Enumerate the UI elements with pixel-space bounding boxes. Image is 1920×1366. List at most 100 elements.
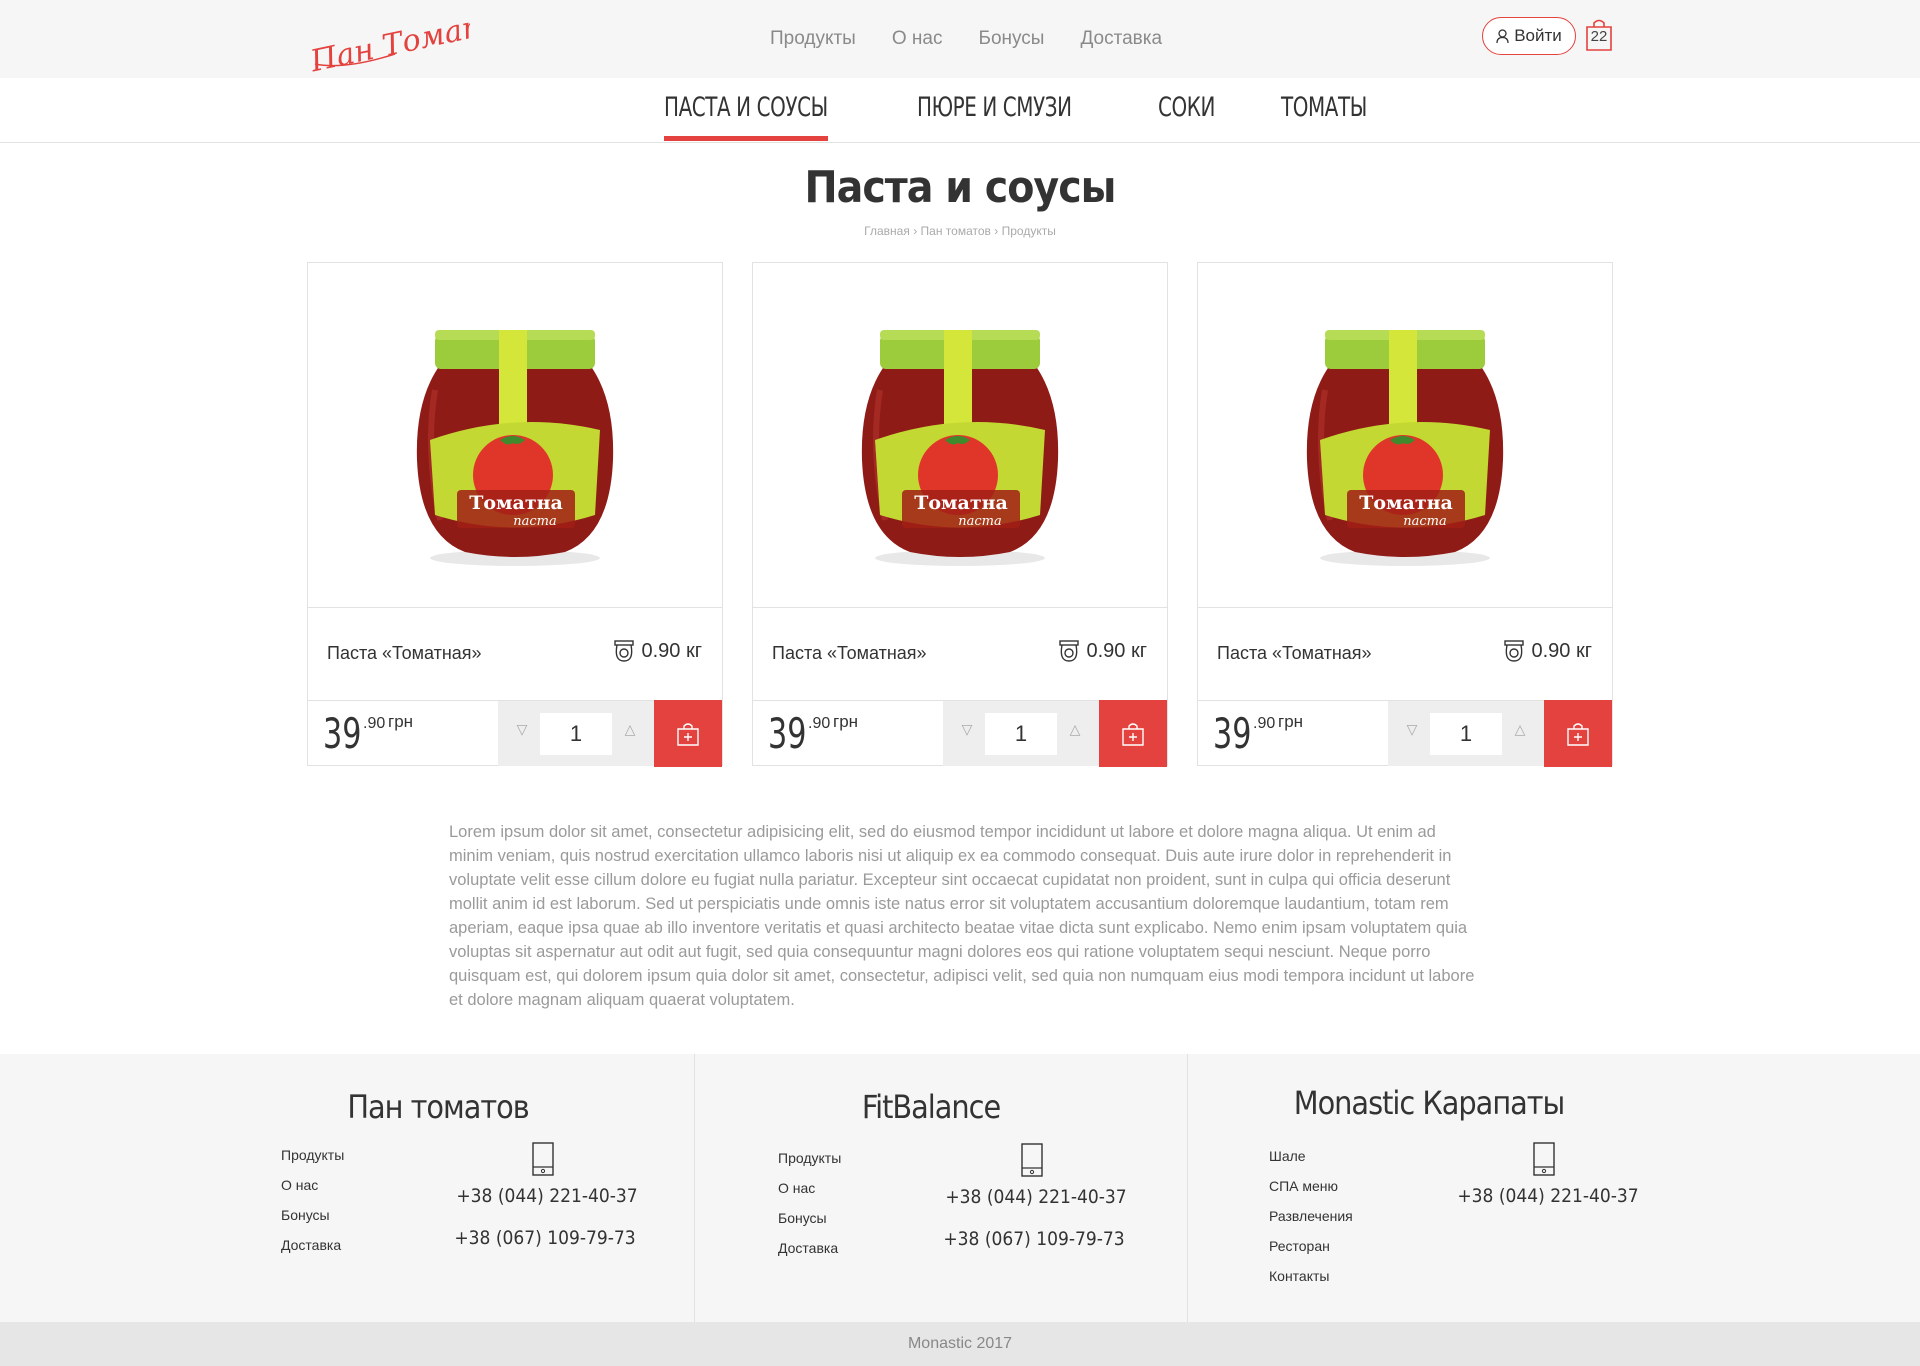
breadcrumb-home[interactable]: Главная <box>864 224 910 238</box>
nav-about[interactable]: О нас <box>892 28 943 50</box>
jar-label-line2: паста <box>1403 514 1446 529</box>
footer-link[interactable]: Шале <box>1269 1148 1353 1178</box>
main-nav: Продукты О нас Бонусы Доставка <box>770 28 1162 50</box>
product-weight-value: 0.90 кг <box>1086 639 1147 662</box>
breadcrumb-products[interactable]: Продукты <box>1002 224 1056 238</box>
product-name[interactable]: Паста «Томатная» <box>1217 643 1372 664</box>
jar-label-line2: паста <box>513 514 556 529</box>
product-weight-value: 0.90 кг <box>641 639 702 662</box>
quantity-stepper: ▽ △ <box>943 701 1099 766</box>
quantity-input[interactable] <box>985 713 1057 755</box>
product-weight: 0.90 кг <box>1058 639 1147 663</box>
price-cents: .90 <box>1253 715 1276 732</box>
tomato-paste-jar-image: Томатна паста <box>861 330 1059 566</box>
brand-logo[interactable]: Пан Томатов <box>305 4 470 74</box>
footer-title: Пан томатов <box>347 1088 529 1126</box>
add-to-cart-bag-icon <box>1122 722 1144 746</box>
decrement-arrow-icon[interactable]: ▽ <box>1402 721 1422 741</box>
price-main: 39 <box>768 709 807 758</box>
product-image[interactable]: Томатна паста <box>753 263 1167 608</box>
jar-label-line1: Томатна <box>469 492 563 514</box>
add-to-cart-button[interactable] <box>654 700 722 767</box>
nav-bonuses[interactable]: Бонусы <box>978 28 1044 50</box>
product-weight: 0.90 кг <box>1503 639 1592 663</box>
footer-link[interactable]: Ресторан <box>1269 1238 1353 1268</box>
footer-link[interactable]: Контакты <box>1269 1268 1353 1298</box>
add-to-cart-button[interactable] <box>1099 700 1167 767</box>
phone-icon <box>1021 1143 1043 1177</box>
top-bar: Пан Томатов Продукты О нас Бонусы Достав… <box>0 0 1920 78</box>
scale-icon <box>1059 640 1080 662</box>
product-image[interactable]: Томатна паста <box>1198 263 1612 608</box>
add-to-cart-bag-icon <box>677 722 699 746</box>
category-tab-juices[interactable]: СОКИ <box>1158 92 1215 142</box>
footer-link[interactable]: Бонусы <box>778 1210 841 1240</box>
category-tab-tomatoes[interactable]: ТОМАТЫ <box>1281 92 1367 142</box>
user-icon <box>1496 28 1509 43</box>
product-weight: 0.90 кг <box>613 639 702 663</box>
footer-phone[interactable]: +38 (067) 109-79-73 <box>924 1228 1144 1250</box>
quantity-input[interactable] <box>1430 713 1502 755</box>
footer-link[interactable]: Доставка <box>281 1237 344 1267</box>
scale-icon <box>614 640 635 662</box>
price-main: 39 <box>323 709 362 758</box>
footer-column-fitbalance: FitBalance Продукты О нас Бонусы Доставк… <box>695 1054 1188 1322</box>
tomato-paste-jar-image: Томатна паста <box>1306 330 1504 566</box>
product-purchase-row: 39 .90 грн ▽ △ <box>308 700 722 767</box>
decrement-arrow-icon[interactable]: ▽ <box>512 721 532 741</box>
decrement-arrow-icon[interactable]: ▽ <box>957 721 977 741</box>
cart-button[interactable]: 22 <box>1584 18 1614 52</box>
price-main: 39 <box>1213 709 1252 758</box>
price-cents: .90 <box>808 715 831 732</box>
breadcrumb-separator: › <box>913 224 921 238</box>
footer-link[interactable]: Продукты <box>778 1150 841 1180</box>
footer-column-monastic: Monastic Карапаты Шале СПА меню Развлече… <box>1188 1054 1920 1322</box>
category-tab-pasta-sauces[interactable]: ПАСТА И СОУСЫ <box>664 92 828 142</box>
product-card: Томатна паста Паста «Томатная» 0.90 кг 3… <box>1197 262 1613 767</box>
footer-link[interactable]: Продукты <box>281 1147 344 1177</box>
increment-arrow-icon[interactable]: △ <box>1065 721 1085 741</box>
footer-link[interactable]: О нас <box>778 1180 841 1210</box>
jar-label-line1: Томатна <box>1359 492 1453 514</box>
jar-label-line2: паста <box>958 514 1001 529</box>
product-name[interactable]: Паста «Томатная» <box>327 643 482 664</box>
footer-link[interactable]: Развлечения <box>1269 1208 1353 1238</box>
login-button[interactable]: Войти <box>1482 17 1576 55</box>
page-title: Паста и соусы <box>804 162 1117 213</box>
breadcrumb-separator: › <box>994 224 1002 238</box>
increment-arrow-icon[interactable]: △ <box>1510 721 1530 741</box>
login-label: Войти <box>1514 26 1562 45</box>
breadcrumb-brand[interactable]: Пан томатов <box>921 224 991 238</box>
footer-title: Monastic Карапаты <box>1293 1084 1566 1122</box>
nav-products[interactable]: Продукты <box>770 28 856 50</box>
footer-phone[interactable]: +38 (044) 221-40-37 <box>1438 1185 1658 1207</box>
phone-icon <box>1533 1142 1555 1176</box>
product-card: Томатна паста Паста «Томатная» 0.90 кг 3… <box>752 262 1168 767</box>
add-to-cart-button[interactable] <box>1544 700 1612 767</box>
footer-link[interactable]: СПА меню <box>1269 1178 1353 1208</box>
product-name[interactable]: Паста «Томатная» <box>772 643 927 664</box>
price-currency: грн <box>1278 712 1304 731</box>
nav-delivery[interactable]: Доставка <box>1080 28 1162 50</box>
quantity-stepper: ▽ △ <box>498 701 654 766</box>
footer-phone[interactable]: +38 (044) 221-40-37 <box>926 1186 1146 1208</box>
phone-icon <box>532 1142 554 1176</box>
footer-column-pan-tomatov: Пан томатов Продукты О нас Бонусы Достав… <box>0 1054 695 1322</box>
quantity-input[interactable] <box>540 713 612 755</box>
price-cents: .90 <box>363 715 386 732</box>
product-purchase-row: 39 .90 грн ▽ △ <box>1198 700 1612 767</box>
scale-icon <box>1504 640 1525 662</box>
footer-title: FitBalance <box>861 1088 1001 1126</box>
footer-link[interactable]: Бонусы <box>281 1207 344 1237</box>
price-currency: грн <box>833 712 859 731</box>
category-tab-puree-smoothie[interactable]: ПЮРЕ И СМУЗИ <box>917 92 1072 142</box>
product-image[interactable]: Томатна паста <box>308 263 722 608</box>
category-nav: ПАСТА И СОУСЫ ПЮРЕ И СМУЗИ СОКИ ТОМАТЫ <box>0 78 1920 143</box>
price-currency: грн <box>388 712 414 731</box>
add-to-cart-bag-icon <box>1567 722 1589 746</box>
footer-phone[interactable]: +38 (044) 221-40-37 <box>437 1185 657 1207</box>
footer-phone[interactable]: +38 (067) 109-79-73 <box>435 1227 655 1249</box>
footer-link[interactable]: Доставка <box>778 1240 841 1270</box>
footer-link[interactable]: О нас <box>281 1177 344 1207</box>
increment-arrow-icon[interactable]: △ <box>620 721 640 741</box>
